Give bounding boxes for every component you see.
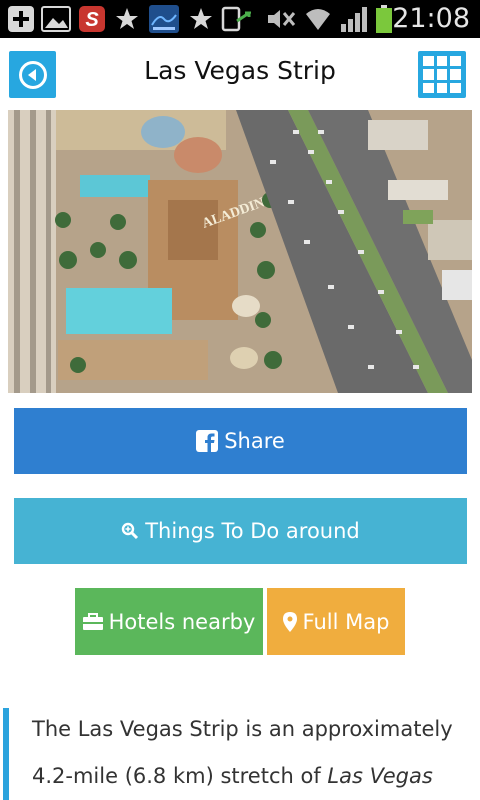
description-text: The Las Vegas Strip is an approximately …: [32, 717, 453, 788]
page-title: Las Vegas Strip: [144, 56, 336, 85]
grid-menu-button[interactable]: [418, 51, 466, 98]
star-icon: [113, 5, 141, 33]
image-icon: [40, 5, 72, 33]
back-arrow-icon: [18, 60, 47, 89]
full-map-label: Full Map: [302, 609, 390, 634]
hotels-nearby-button[interactable]: Hotels nearby: [75, 588, 263, 655]
add-icon: [6, 5, 36, 33]
full-map-button[interactable]: Full Map: [267, 588, 405, 655]
things-to-do-label: Things To Do around: [145, 519, 360, 543]
download-icon: [221, 5, 251, 33]
share-button[interactable]: Share: [14, 408, 467, 474]
clock-time: 21:08: [392, 3, 470, 34]
description-accent-bar: [3, 708, 9, 800]
back-button[interactable]: [9, 51, 56, 98]
star-icon: [187, 5, 215, 33]
grid-menu-icon: [423, 56, 434, 67]
hotels-nearby-label: Hotels nearby: [108, 609, 256, 634]
mute-icon: [264, 5, 298, 33]
things-to-do-button[interactable]: Things To Do around: [14, 498, 467, 564]
status-bar: S 21:08: [0, 0, 480, 38]
signal-icon: [338, 5, 370, 33]
wifi-icon: [304, 5, 332, 33]
share-label: Share: [224, 429, 285, 453]
map-app-icon: [148, 5, 180, 33]
location-photo: ALADDIN: [8, 110, 472, 393]
app-s-icon: S: [77, 5, 107, 33]
map-pin-icon: [282, 611, 297, 632]
facebook-icon: [196, 430, 219, 452]
svg-text:S: S: [85, 9, 99, 31]
briefcase-icon: [82, 612, 103, 631]
header: Las Vegas Strip: [0, 38, 480, 110]
battery-icon: [374, 5, 394, 33]
zoom-search-icon: [121, 522, 139, 540]
